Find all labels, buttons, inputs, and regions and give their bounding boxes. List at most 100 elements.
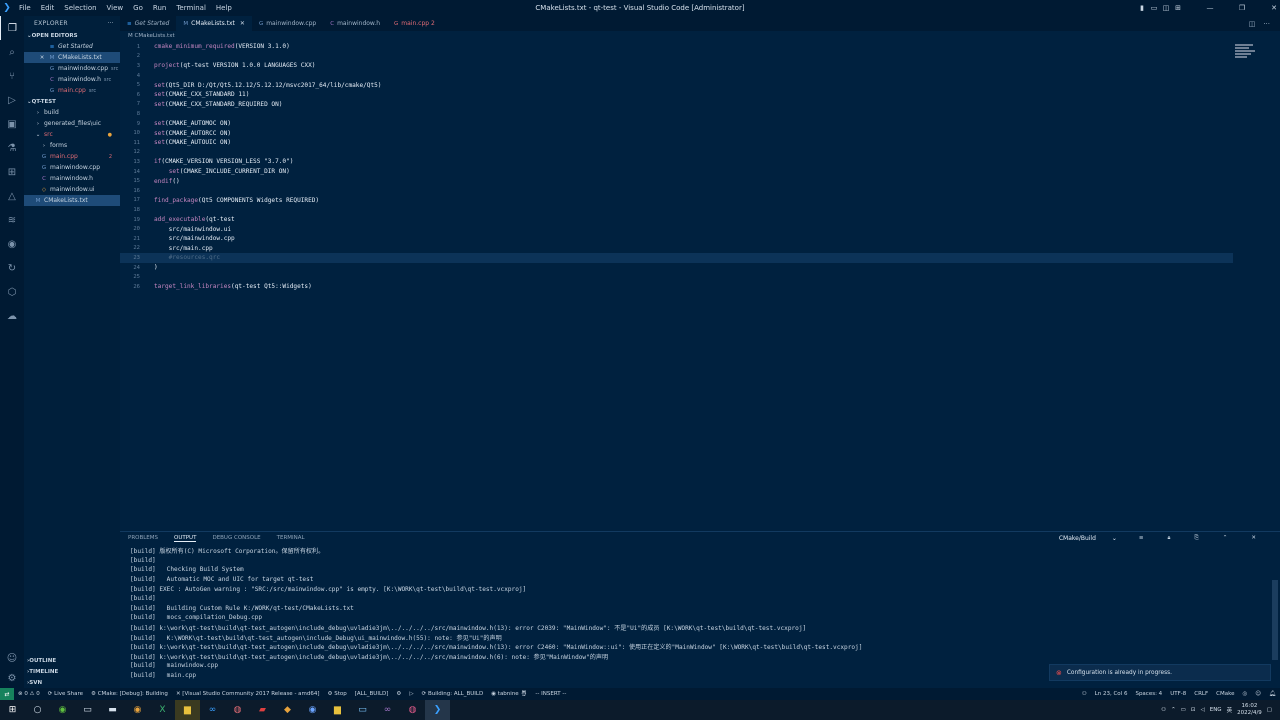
tree-item[interactable]: M CMakeLists.txt: [24, 195, 120, 206]
run-debug-icon[interactable]: ▷: [0, 88, 24, 112]
menu-terminal[interactable]: Terminal: [171, 4, 211, 12]
building-status[interactable]: ⟳ Building: ALL_BUILD: [418, 691, 488, 697]
remote-icon[interactable]: ☁: [0, 304, 24, 328]
cmake-icon[interactable]: △: [0, 184, 24, 208]
output-scrollbar[interactable]: [1272, 580, 1278, 660]
tab-mainwindow-cpp[interactable]: Gmainwindow.cpp: [252, 16, 323, 31]
docker-icon[interactable]: ⬡: [0, 280, 24, 304]
visual-studio-icon[interactable]: ∞: [200, 700, 225, 720]
notifications-bell-icon[interactable]: 🔔︎: [1265, 691, 1280, 697]
tab-cmakelists[interactable]: M CMakeLists.txt ✕: [176, 16, 252, 31]
open-editor-item[interactable]: Gmain.cpp src: [24, 85, 120, 96]
git-icon[interactable]: ◆: [275, 700, 300, 720]
code-line[interactable]: 7 set(CMAKE_CXX_STANDARD_REQUIRED ON): [120, 100, 1233, 110]
windows-start-icon[interactable]: ⊞: [0, 700, 25, 720]
minimize-button[interactable]: —: [1204, 4, 1216, 12]
remote-explorer-icon[interactable]: ▣: [0, 112, 24, 136]
live-share-person-icon[interactable]: ⚇: [1078, 691, 1091, 697]
open-editors-section[interactable]: ⌄ OPEN EDITORS: [24, 30, 120, 41]
open-editor-icon[interactable]: ⎘: [1194, 535, 1198, 542]
tree-item[interactable]: Cmainwindow.h: [24, 173, 120, 184]
tab-main-cpp[interactable]: Gmain.cpp 2: [387, 16, 442, 31]
more-actions-icon[interactable]: ···: [107, 20, 114, 27]
code-line[interactable]: 9 set(CMAKE_AUTOMOC ON): [120, 119, 1233, 129]
layout-sidebar-icon[interactable]: ▮: [1136, 4, 1148, 12]
tab-mainwindow-h[interactable]: Cmainwindow.h: [323, 16, 387, 31]
output-channel-select[interactable]: CMake/Build ⌄: [1056, 533, 1131, 543]
notification-center-icon[interactable]: ▢: [1267, 707, 1272, 713]
code-line[interactable]: 12: [120, 148, 1233, 158]
open-editor-item[interactable]: ≡ Get Started: [24, 41, 120, 52]
code-line[interactable]: 4: [120, 71, 1233, 81]
open-editor-item[interactable]: Gmainwindow.cpp src: [24, 63, 120, 74]
tabnine-icon[interactable]: ◉: [0, 232, 24, 256]
search-icon[interactable]: ○: [25, 700, 50, 720]
code-editor[interactable]: 1 cmake_minimum_required(VERSION 3.1.0) 2 3…: [120, 42, 1280, 527]
testing-icon[interactable]: ⚗: [0, 136, 24, 160]
line-ending[interactable]: CRLF: [1190, 691, 1212, 697]
task-view-icon[interactable]: ▭: [75, 700, 100, 720]
search-icon[interactable]: ⌕: [0, 40, 24, 64]
menu-go[interactable]: Go: [128, 4, 148, 12]
indentation[interactable]: Spaces: 4: [1131, 691, 1166, 697]
code-line[interactable]: 20 src/mainwindow.ui: [120, 224, 1233, 234]
code-line[interactable]: 19 add_executable(qt-test: [120, 215, 1233, 225]
feedback-icon[interactable]: ☺: [1251, 691, 1265, 697]
browser-icon[interactable]: ◍: [400, 700, 425, 720]
code-line[interactable]: 3 project(qt-test VERSION 1.0.0 LANGUAGES…: [120, 61, 1233, 71]
tree-item[interactable]: › generated_files\uic: [24, 118, 120, 129]
menu-view[interactable]: View: [102, 4, 129, 12]
code-line[interactable]: 8: [120, 109, 1233, 119]
tree-item[interactable]: Gmainwindow.cpp: [24, 162, 120, 173]
live-share-status[interactable]: ⟳ Live Share: [44, 691, 87, 697]
close-tab-icon[interactable]: ✕: [240, 20, 245, 27]
outline-section[interactable]: › OUTLINE: [24, 655, 120, 666]
code-line[interactable]: 10 set(CMAKE_AUTORCC ON): [120, 128, 1233, 138]
browser-icon[interactable]: ◍: [225, 700, 250, 720]
tree-item[interactable]: › build: [24, 107, 120, 118]
problems-count[interactable]: ⊗ 0 ⚠ 0: [14, 691, 44, 697]
tab-debug-console[interactable]: DEBUG CONSOLE: [212, 535, 260, 541]
code-line[interactable]: 2: [120, 52, 1233, 62]
minimap[interactable]: [1235, 44, 1257, 62]
code-line[interactable]: 21 src/mainwindow.cpp: [120, 234, 1233, 244]
code-line[interactable]: 16: [120, 186, 1233, 196]
close-icon[interactable]: ✕: [38, 55, 46, 61]
menu-run[interactable]: Run: [148, 4, 171, 12]
tab-problems[interactable]: PROBLEMS: [128, 535, 158, 541]
maximize-panel-icon[interactable]: ⌃: [1223, 535, 1228, 541]
network-icon[interactable]: ⊡: [1191, 707, 1196, 713]
tree-item[interactable]: Gmain.cpp 2: [24, 151, 120, 162]
extensions-icon[interactable]: ⊞: [0, 160, 24, 184]
source-control-icon[interactable]: ⑂: [0, 64, 24, 88]
breadcrumb[interactable]: M CMakeLists.txt: [128, 33, 175, 39]
code-line[interactable]: 5 set(Qt5_DIR D:/Qt/Qt5.12.12/5.12.12/msv…: [120, 80, 1233, 90]
cursor-position[interactable]: Ln 23, Col 6: [1091, 691, 1132, 697]
open-editor-item[interactable]: ✕ M CMakeLists.txt: [24, 52, 120, 63]
visual-studio-icon[interactable]: ∞: [375, 700, 400, 720]
encoding[interactable]: UTF-8: [1166, 691, 1190, 697]
code-line[interactable]: 1 cmake_minimum_required(VERSION 3.1.0): [120, 42, 1233, 52]
volume-icon[interactable]: ◁: [1200, 707, 1204, 713]
code-line[interactable]: 22 src/main.cpp: [120, 244, 1233, 254]
chevron-up-icon[interactable]: ⌃: [1171, 707, 1176, 713]
notification-toast[interactable]: ⊗ Configuration is already in progress.: [1049, 664, 1271, 681]
lock-scroll-icon[interactable]: 🔒︎: [1167, 535, 1170, 542]
menu-help[interactable]: Help: [211, 4, 237, 12]
file-explorer-icon[interactable]: ▆: [325, 700, 350, 720]
menu-file[interactable]: File: [14, 4, 36, 12]
vscode-icon[interactable]: ❯: [425, 700, 450, 720]
excel-icon[interactable]: X: [150, 700, 175, 720]
tree-item[interactable]: ◇ mainwindow.ui: [24, 184, 120, 195]
maximize-button[interactable]: ❐: [1236, 4, 1248, 12]
split-editor-icon[interactable]: ◫: [1249, 20, 1256, 28]
tree-item[interactable]: › forms: [24, 140, 120, 151]
clear-output-icon[interactable]: ≡: [1139, 535, 1144, 541]
ime-icon[interactable]: 英: [1227, 706, 1233, 714]
tabnine-icon[interactable]: ◎: [1238, 691, 1251, 697]
code-line[interactable]: 15 endif(): [120, 176, 1233, 186]
tree-item[interactable]: ⌄ src ●: [24, 129, 120, 140]
language-mode[interactable]: CMake: [1212, 691, 1238, 697]
code-line[interactable]: 18: [120, 205, 1233, 215]
acrobat-icon[interactable]: ▰: [250, 700, 275, 720]
